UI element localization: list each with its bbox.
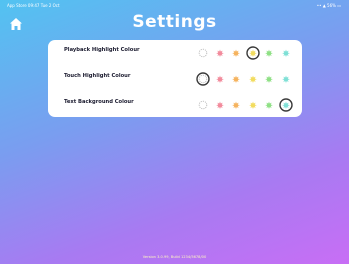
star-icon bbox=[247, 100, 258, 111]
colour-swatch-button[interactable] bbox=[196, 45, 210, 59]
colour-swatch-button[interactable] bbox=[213, 45, 227, 59]
colour-swatch-group bbox=[196, 45, 296, 60]
setting-label: Touch Highlight Colour bbox=[64, 73, 131, 79]
star-icon bbox=[231, 100, 241, 111]
colour-swatch-button[interactable] bbox=[279, 45, 293, 59]
colour-swatch-button[interactable] bbox=[245, 45, 260, 60]
star-icon bbox=[247, 74, 258, 85]
status-bar-left-text: App Store 09:47 Tue 2 Oct bbox=[7, 3, 60, 8]
settings-card: Playback Highlight Colour Touch Highligh… bbox=[48, 40, 302, 117]
star-icon bbox=[278, 98, 293, 112]
star-icon bbox=[214, 100, 225, 111]
star-icon bbox=[214, 74, 225, 85]
dashed-circle-icon bbox=[196, 72, 210, 86]
colour-swatch-button[interactable] bbox=[262, 71, 276, 85]
colour-swatch-button[interactable] bbox=[196, 71, 210, 86]
setting-label: Playback Highlight Colour bbox=[64, 47, 140, 53]
dashed-circle-icon bbox=[198, 48, 208, 58]
colour-swatch-button[interactable] bbox=[229, 71, 243, 85]
star-icon bbox=[245, 46, 260, 60]
dashed-circle-icon bbox=[198, 100, 208, 110]
star-icon bbox=[264, 100, 274, 111]
colour-swatch-button[interactable] bbox=[196, 97, 210, 111]
star-icon bbox=[264, 74, 274, 85]
star-icon bbox=[214, 48, 225, 59]
setting-row-touch-highlight: Touch Highlight Colour bbox=[48, 68, 302, 88]
status-bar: App Store 09:47 Tue 2 Oct •• ▲ 56% ▭ bbox=[0, 0, 349, 10]
colour-swatch-button[interactable] bbox=[213, 97, 227, 111]
star-icon bbox=[264, 48, 274, 59]
setting-row-text-background: Text Background Colour bbox=[48, 94, 302, 114]
colour-swatch-group bbox=[196, 97, 296, 112]
colour-swatch-button[interactable] bbox=[278, 97, 293, 112]
colour-swatch-group bbox=[196, 71, 296, 86]
colour-swatch-button[interactable] bbox=[246, 97, 260, 111]
colour-swatch-button[interactable] bbox=[229, 45, 243, 59]
page-title: Settings bbox=[132, 12, 217, 32]
star-icon bbox=[280, 74, 291, 85]
setting-row-playback-highlight: Playback Highlight Colour bbox=[48, 42, 302, 62]
colour-swatch-button[interactable] bbox=[246, 71, 260, 85]
status-bar-right-text: •• ▲ 56% ▭ bbox=[316, 3, 341, 8]
setting-label: Text Background Colour bbox=[64, 99, 134, 105]
colour-swatch-button[interactable] bbox=[262, 45, 276, 59]
version-text: Version 3.0.99, Build 1234/5678/00 bbox=[142, 255, 207, 259]
star-icon bbox=[231, 48, 241, 59]
colour-swatch-button[interactable] bbox=[279, 71, 293, 85]
star-icon bbox=[280, 48, 291, 59]
colour-swatch-button[interactable] bbox=[213, 71, 227, 85]
colour-swatch-button[interactable] bbox=[262, 97, 276, 111]
colour-swatch-button[interactable] bbox=[229, 97, 243, 111]
star-icon bbox=[231, 74, 241, 85]
